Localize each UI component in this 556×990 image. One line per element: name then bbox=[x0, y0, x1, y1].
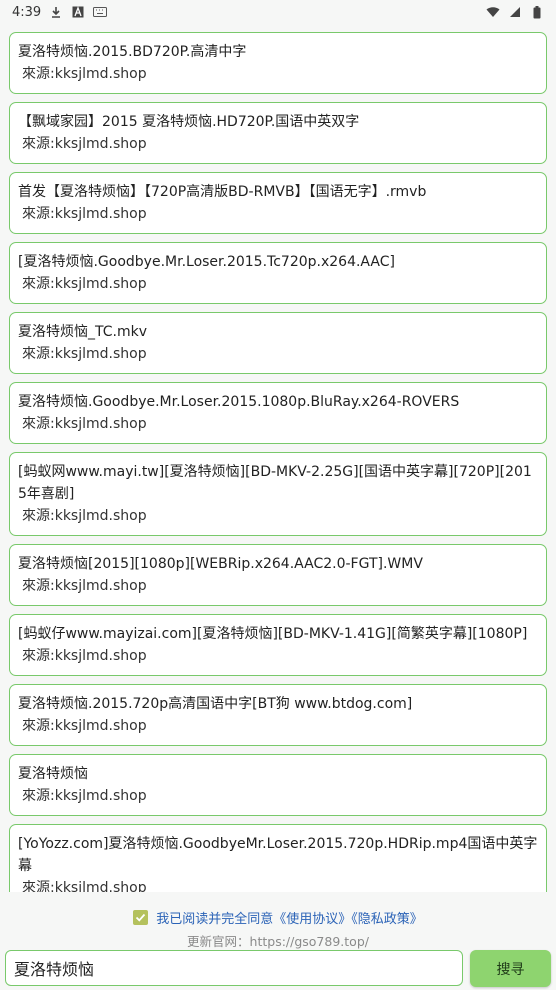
result-title: 首发【夏洛特烦恼】【720P高清版BD-RMVB】【国语无字】.rmvb bbox=[18, 184, 427, 200]
update-site-text: 更新官网：https://gso789.top/ bbox=[187, 934, 369, 949]
result-title: 夏洛特烦恼_TC.mkv bbox=[18, 324, 147, 340]
result-source: 來源:kksjlmd.shop bbox=[22, 346, 147, 362]
result-title: [YoYozz.com]夏洛特烦恼.GoodbyeMr.Loser.2015.7… bbox=[18, 836, 538, 874]
status-time: 4:39 bbox=[12, 4, 42, 20]
results-list: 夏洛特烦恼.2015.BD720P.高清中字 來源:kksjlmd.shop 【飘域… bbox=[0, 24, 556, 892]
result-source: 來源:kksjlmd.shop bbox=[22, 648, 147, 664]
result-source: 來源:kksjlmd.shop bbox=[22, 136, 147, 152]
result-card[interactable]: 夏洛特烦恼[2015][1080p][WEBRip.x264.AAC2.0-FG… bbox=[9, 544, 547, 606]
download-icon bbox=[49, 5, 63, 19]
agreement-text[interactable]: 我已阅读并完全同意《使用协议》《隐私政策》 bbox=[156, 908, 423, 927]
result-title: 【飘域家园】2015 夏洛特烦恼.HD720P.国语中英双字 bbox=[18, 114, 360, 130]
result-title: [夏洛特烦恼.Goodbye.Mr.Loser.2015.Tc720p.x264… bbox=[18, 254, 395, 270]
signal-icon bbox=[508, 5, 522, 19]
result-title: [蚂蚁网www.mayi.tw][夏洛特烦恼][BD-MKV-2.25G][国语… bbox=[18, 464, 532, 502]
result-title: 夏洛特烦恼.Goodbye.Mr.Loser.2015.1080p.BluRay… bbox=[18, 394, 460, 410]
keyboard-icon bbox=[93, 5, 108, 19]
status-right bbox=[486, 5, 544, 19]
search-button[interactable]: 搜寻 bbox=[470, 950, 551, 987]
result-card[interactable]: 夏洛特烦恼.2015.720p高清国语中字[BT狗 www.btdog.com]… bbox=[9, 684, 547, 746]
search-input[interactable] bbox=[5, 950, 463, 986]
result-card[interactable]: [蚂蚁网www.mayi.tw][夏洛特烦恼][BD-MKV-2.25G][国语… bbox=[9, 452, 547, 536]
result-title: 夏洛特烦恼.2015.BD720P.高清中字 bbox=[18, 44, 247, 60]
result-card[interactable]: 【飘域家园】2015 夏洛特烦恼.HD720P.国语中英双字來源:kksjlmd… bbox=[9, 102, 547, 164]
check-icon bbox=[136, 913, 146, 922]
wifi-icon bbox=[486, 5, 500, 19]
search-bar: 搜寻 bbox=[0, 950, 556, 990]
result-source: 來源:kksjlmd.shop bbox=[22, 578, 147, 594]
result-source: 來源:kksjlmd.shop bbox=[22, 416, 147, 432]
result-source: 來源:kksjlmd.shop bbox=[22, 718, 147, 734]
a-notification-icon bbox=[71, 5, 85, 19]
result-source: 來源:kksjlmd.shop bbox=[22, 66, 147, 82]
result-source: 來源:kksjlmd.shop bbox=[22, 788, 147, 804]
result-card[interactable]: [蚂蚁仔www.mayizai.com][夏洛特烦恼][BD-MKV-1.41G… bbox=[9, 614, 547, 676]
result-source: 來源:kksjlmd.shop bbox=[22, 508, 147, 524]
result-title: [蚂蚁仔www.mayizai.com][夏洛特烦恼][BD-MKV-1.41G… bbox=[18, 626, 528, 642]
status-bar: 4:39 bbox=[0, 0, 556, 24]
result-card[interactable]: 夏洛特烦恼.2015.BD720P.高清中字來源:kksjlmd.shop bbox=[9, 32, 547, 94]
result-card[interactable]: 夏洛特烦恼來源:kksjlmd.shop bbox=[9, 754, 547, 816]
result-card[interactable]: [夏洛特烦恼.Goodbye.Mr.Loser.2015.Tc720p.x264… bbox=[9, 242, 547, 304]
result-card[interactable]: 夏洛特烦恼_TC.mkv 來源:kksjlmd.shop bbox=[9, 312, 547, 374]
result-card[interactable]: 首发【夏洛特烦恼】【720P高清版BD-RMVB】【国语无字】.rmvb 來源:k… bbox=[9, 172, 547, 234]
battery-icon bbox=[530, 5, 544, 19]
result-source: 來源:kksjlmd.shop bbox=[22, 276, 147, 292]
result-title: 夏洛特烦恼[2015][1080p][WEBRip.x264.AAC2.0-FG… bbox=[18, 556, 423, 572]
status-left: 4:39 bbox=[12, 4, 108, 20]
result-source: 來源:kksjlmd.shop bbox=[22, 206, 147, 222]
result-card[interactable]: [YoYozz.com]夏洛特烦恼.GoodbyeMr.Loser.2015.7… bbox=[9, 824, 547, 892]
result-title: 夏洛特烦恼 bbox=[18, 766, 88, 782]
result-source: 來源:kksjlmd.shop bbox=[22, 880, 147, 892]
agreement-checkbox[interactable] bbox=[133, 909, 149, 925]
result-title: 夏洛特烦恼.2015.720p高清国语中字[BT狗 www.btdog.com] bbox=[18, 696, 413, 712]
agreement-row[interactable]: 我已阅读并完全同意《使用协议》《隐私政策》 bbox=[0, 906, 556, 928]
result-card[interactable]: 夏洛特烦恼.Goodbye.Mr.Loser.2015.1080p.BluRay… bbox=[9, 382, 547, 444]
